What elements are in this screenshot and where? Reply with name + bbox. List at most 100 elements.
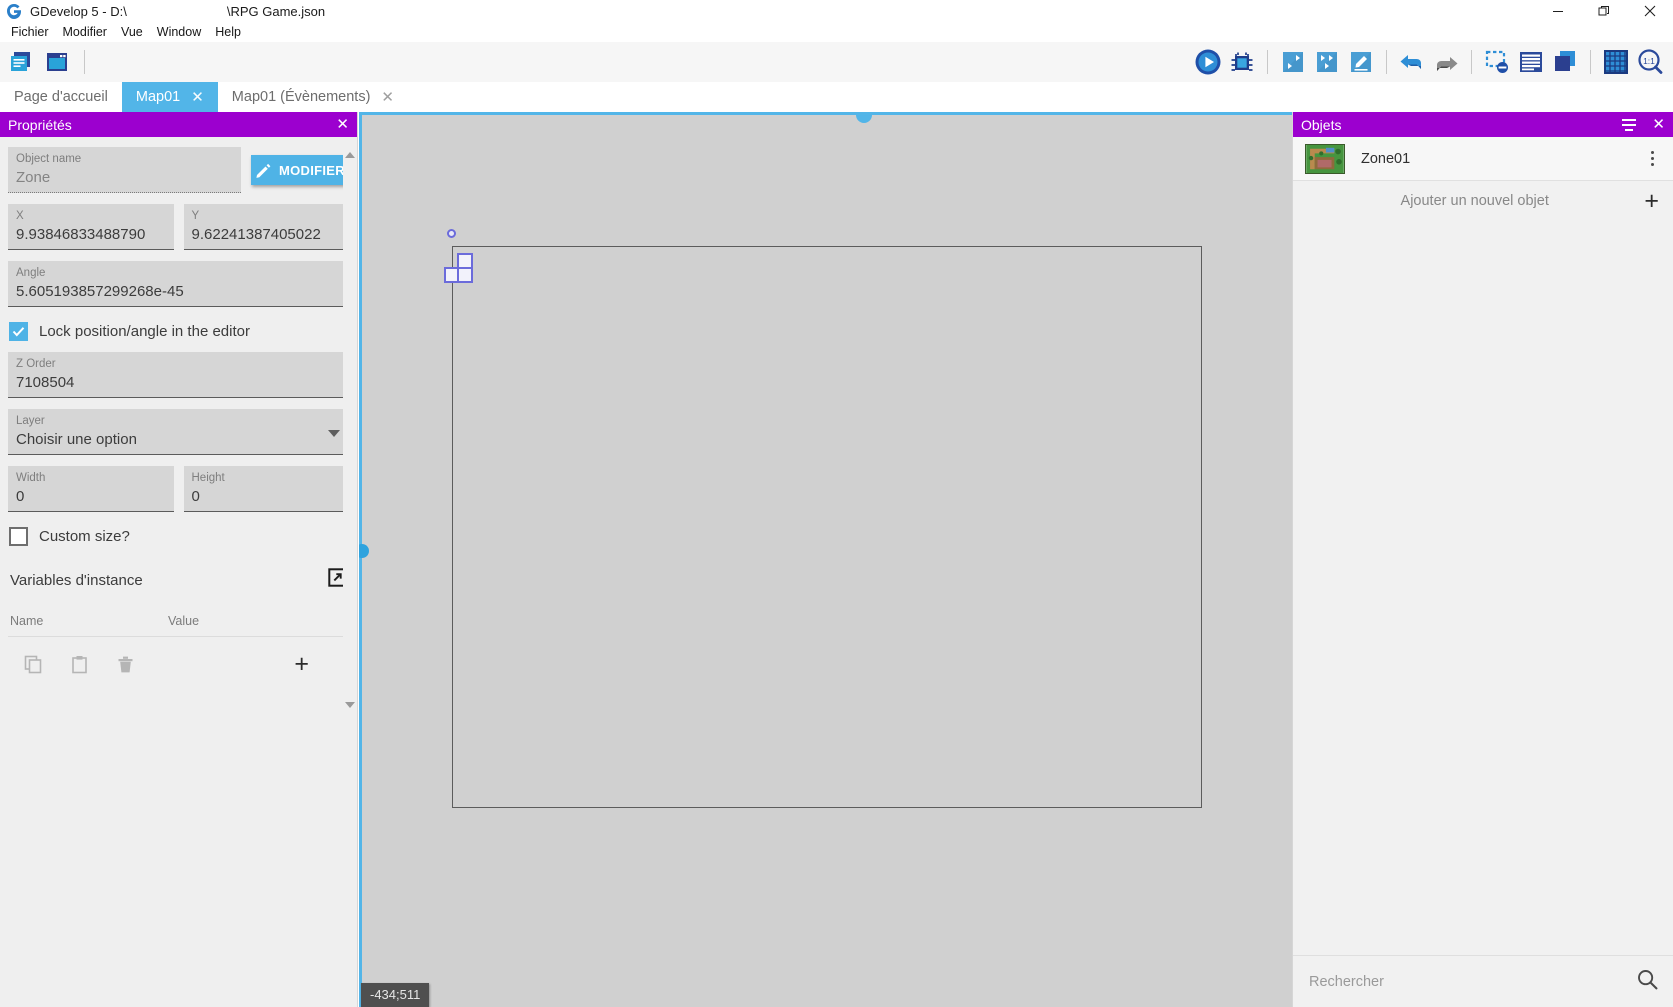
panel-title: Propriétés bbox=[8, 116, 72, 133]
layers-icon[interactable] bbox=[1550, 47, 1580, 77]
object-menu-icon[interactable] bbox=[1641, 151, 1663, 166]
canvas-top-divider[interactable] bbox=[359, 112, 1292, 115]
layer-select[interactable]: Layer Choisir une option bbox=[8, 409, 349, 455]
object-name-row: Object name Zone MODIFIER bbox=[8, 147, 349, 193]
list-item[interactable]: Zone01 bbox=[1293, 137, 1673, 181]
menu-window[interactable]: Window bbox=[150, 23, 208, 41]
variables-col-value: Value bbox=[168, 614, 200, 628]
open-list-icon[interactable] bbox=[1516, 47, 1546, 77]
y-field[interactable]: Y 9.62241387405022 bbox=[183, 204, 349, 250]
custom-size-label: Custom size? bbox=[39, 528, 130, 545]
debug-icon[interactable] bbox=[1227, 47, 1257, 77]
menu-fichier[interactable]: Fichier bbox=[4, 23, 56, 41]
layer-value: Choisir une option bbox=[16, 431, 137, 448]
properties-panel-header: Propriétés ✕ bbox=[0, 112, 357, 137]
add-variable-button[interactable]: + bbox=[294, 651, 309, 677]
object-thumbnail bbox=[1305, 143, 1345, 174]
lock-position-row[interactable]: Lock position/angle in the editor bbox=[8, 322, 349, 341]
canvas-left-resize-handle[interactable] bbox=[359, 544, 369, 558]
grid-icon[interactable] bbox=[1601, 47, 1631, 77]
canvas-top-resize-handle[interactable] bbox=[856, 114, 872, 123]
menu-vue[interactable]: Vue bbox=[114, 23, 150, 41]
filter-icon[interactable] bbox=[1622, 118, 1637, 131]
minimize-button[interactable] bbox=[1535, 0, 1581, 22]
height-label: Height bbox=[191, 472, 225, 484]
undo-icon[interactable] bbox=[1397, 47, 1427, 77]
open-window-icon[interactable] bbox=[42, 47, 72, 77]
tab-map01[interactable]: Map01 ✕ bbox=[121, 82, 218, 112]
width-label: Width bbox=[16, 472, 46, 484]
play-preview-icon[interactable] bbox=[1193, 47, 1223, 77]
scene-canvas[interactable]: -434;511 bbox=[359, 112, 1292, 1007]
delete-icon[interactable] bbox=[102, 649, 148, 679]
search-input[interactable]: Rechercher bbox=[1309, 974, 1637, 990]
chevron-down-icon[interactable] bbox=[328, 429, 340, 437]
toolbar-separator-3 bbox=[1386, 50, 1387, 74]
custom-size-row[interactable]: Custom size? bbox=[8, 527, 349, 546]
angle-value: 5.605193857299268e-45 bbox=[16, 283, 184, 300]
window-file-path: \RPG Game.json bbox=[226, 3, 326, 19]
scroll-down-icon[interactable] bbox=[343, 697, 357, 713]
copy-icon[interactable] bbox=[10, 649, 56, 679]
canvas-left-divider[interactable] bbox=[359, 112, 362, 1007]
lock-position-label: Lock position/angle in the editor bbox=[39, 323, 250, 340]
main-toolbar: 1:1 bbox=[0, 42, 1673, 82]
z-order-field[interactable]: Z Order 7108504 bbox=[8, 352, 349, 398]
custom-size-checkbox[interactable] bbox=[9, 527, 28, 546]
width-field[interactable]: Width 0 bbox=[8, 466, 174, 512]
modify-button-label: MODIFIER bbox=[279, 162, 345, 178]
add-scene-icon[interactable] bbox=[1278, 47, 1308, 77]
tab-close-icon[interactable]: ✕ bbox=[381, 90, 394, 105]
tab-label: Page d'accueil bbox=[14, 89, 108, 105]
close-icon[interactable]: ✕ bbox=[1652, 117, 1665, 132]
tab-bar: Page d'accueil Map01 ✕ Map01 (Évènements… bbox=[0, 82, 1673, 112]
lock-position-checkbox[interactable] bbox=[9, 322, 28, 341]
search-bar[interactable]: Rechercher bbox=[1293, 955, 1673, 1007]
redo-icon[interactable] bbox=[1431, 47, 1461, 77]
edit-scene-icon[interactable] bbox=[1346, 47, 1376, 77]
scroll-up-icon[interactable] bbox=[343, 147, 357, 163]
z-order-value: 7108504 bbox=[16, 374, 75, 391]
tab-page-daccueil[interactable]: Page d'accueil bbox=[0, 82, 122, 112]
position-row: X 9.93846833488790 Y 9.62241387405022 bbox=[8, 204, 349, 250]
close-icon[interactable]: ✕ bbox=[336, 117, 349, 132]
project-manager-icon[interactable] bbox=[6, 47, 36, 77]
x-value: 9.93846833488790 bbox=[16, 226, 146, 243]
properties-scrollbar[interactable] bbox=[343, 137, 357, 1007]
tab-map01-evenements[interactable]: Map01 (Évènements) ✕ bbox=[218, 82, 408, 112]
svg-text:1:1: 1:1 bbox=[1643, 56, 1655, 66]
menu-bar: Fichier Modifier Vue Window Help bbox=[0, 22, 1673, 42]
search-icon[interactable] bbox=[1637, 969, 1658, 995]
add-object-label: Ajouter un nouvel objet bbox=[1400, 193, 1549, 209]
properties-panel: Propriétés ✕ Object name Zone MODIFIER X… bbox=[0, 112, 358, 1007]
menu-help[interactable]: Help bbox=[208, 23, 248, 41]
object-name-field[interactable]: Object name Zone bbox=[8, 147, 241, 193]
x-field[interactable]: X 9.93846833488790 bbox=[8, 204, 174, 250]
external-layout-icon[interactable] bbox=[1312, 47, 1342, 77]
add-object-row[interactable]: Ajouter un nouvel objet + bbox=[1293, 181, 1673, 221]
modify-button[interactable]: MODIFIER bbox=[251, 155, 349, 185]
check-icon bbox=[12, 327, 25, 337]
window-title: GDevelop 5 - D:\ bbox=[30, 3, 127, 19]
zoom-reset-icon[interactable]: 1:1 bbox=[1635, 47, 1665, 77]
close-button[interactable] bbox=[1627, 0, 1673, 22]
restore-button[interactable] bbox=[1581, 0, 1627, 22]
object-name-label: Object name bbox=[16, 153, 82, 165]
angle-field[interactable]: Angle 5.605193857299268e-45 bbox=[8, 261, 349, 307]
toolbar-left-group bbox=[0, 47, 91, 77]
scene-boundary-rect bbox=[452, 246, 1202, 808]
layer-label: Layer bbox=[16, 415, 45, 427]
height-field[interactable]: Height 0 bbox=[183, 466, 349, 512]
paste-icon[interactable] bbox=[56, 649, 102, 679]
no-selection-icon[interactable] bbox=[1482, 47, 1512, 77]
selection-handle-corner[interactable] bbox=[457, 267, 473, 283]
variables-column-headers: Name Value bbox=[8, 614, 349, 637]
cursor-coordinates: -434;511 bbox=[361, 983, 430, 1007]
y-value: 9.62241387405022 bbox=[191, 226, 321, 243]
height-value: 0 bbox=[191, 488, 200, 505]
tab-label: Map01 bbox=[135, 89, 181, 105]
add-object-plus-icon[interactable]: + bbox=[1644, 188, 1659, 214]
rotation-handle[interactable] bbox=[447, 229, 456, 238]
menu-modifier[interactable]: Modifier bbox=[56, 23, 114, 41]
tab-close-icon[interactable]: ✕ bbox=[191, 90, 204, 105]
